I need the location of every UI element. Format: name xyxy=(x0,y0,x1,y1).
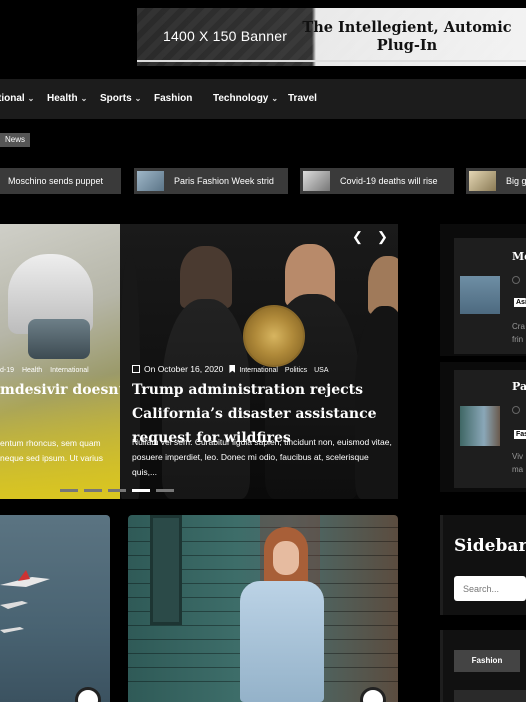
main-navigation: tional ⌄ Health ⌄ Sports ⌄ Fashion Technolo… xyxy=(0,79,526,119)
slide-categories: d-19 Health International xyxy=(0,367,95,374)
slider-dot[interactable] xyxy=(60,489,78,492)
calendar-icon xyxy=(132,365,140,373)
card-title[interactable]: Par xyxy=(512,380,526,393)
slider-dot[interactable] xyxy=(156,489,174,492)
nav-label: Travel xyxy=(288,93,317,104)
news-label-badge: News xyxy=(0,133,30,147)
ticker-item[interactable]: Covid-19 deaths will rise xyxy=(300,168,454,194)
ticker-thumbnail xyxy=(303,171,330,191)
chevron-left-icon[interactable]: ❮ xyxy=(352,229,363,245)
nav-label: Technology xyxy=(213,93,269,104)
post-image-jets[interactable] xyxy=(0,515,110,702)
category-link[interactable]: USA xyxy=(314,367,328,374)
category-link[interactable]: International xyxy=(239,367,278,374)
chevron-right-icon[interactable]: ❯ xyxy=(377,229,388,245)
chevron-down-icon: ⌄ xyxy=(271,94,279,103)
card-thumbnail-jets[interactable] xyxy=(460,276,500,314)
post-image-fashion[interactable] xyxy=(128,515,398,702)
search-input[interactable] xyxy=(454,576,526,601)
ticker-item[interactable]: Paris Fashion Week strid xyxy=(134,168,288,194)
ticker-text: Moschino sends puppet xyxy=(8,176,104,186)
camera-icon xyxy=(360,687,386,702)
nav-item-health[interactable]: Health ⌄ xyxy=(47,93,87,104)
card-tag[interactable]: Asi xyxy=(514,298,526,307)
tab-fashion[interactable]: Fashion xyxy=(454,650,520,672)
category-link[interactable]: Health xyxy=(22,367,42,374)
banner-underline xyxy=(137,60,526,62)
slider-dot[interactable] xyxy=(108,489,126,492)
nav-label: tional xyxy=(0,93,25,104)
card-excerpt-line: frin xyxy=(512,335,524,344)
sidebar-widget-title: Sidebar W xyxy=(454,536,526,556)
hazmat-visor-shape xyxy=(28,319,90,359)
nav-label: Fashion xyxy=(154,93,193,104)
slide-title[interactable]: mdesivir doesn’t xyxy=(0,382,130,398)
ticker-item[interactable]: Big g xyxy=(466,168,526,194)
header-banner-ad[interactable]: 1400 X 150 Banner The Intellegient, Auto… xyxy=(137,8,526,66)
sidebar-thumbnail[interactable] xyxy=(454,690,526,702)
chevron-down-icon: ⌄ xyxy=(27,94,35,103)
ticker-text: Paris Fashion Week strid xyxy=(174,176,274,186)
post-date: On October 16, 2020 xyxy=(144,364,224,374)
jets-illustration xyxy=(0,570,50,633)
nav-item-international[interactable]: tional ⌄ xyxy=(0,93,34,104)
clock-icon xyxy=(512,406,520,414)
sidebar-post-card[interactable]: Par Fas Viv ma xyxy=(454,370,526,488)
ticker-item[interactable]: Moschino sends puppet xyxy=(0,168,121,194)
nav-item-fashion[interactable]: Fashion xyxy=(154,93,192,104)
nav-item-travel[interactable]: Travel xyxy=(288,93,317,104)
sidebar-post-card[interactable]: Mo Asi Cra frin xyxy=(454,238,526,354)
slide-meta: On October 16, 2020 International Politics… xyxy=(132,364,336,374)
bookmark-icon xyxy=(229,365,236,373)
seal-shape xyxy=(243,305,305,367)
card-excerpt-line: Cra xyxy=(512,322,525,331)
slider-dot-active[interactable] xyxy=(132,489,150,492)
model-jacket-shape xyxy=(240,581,324,702)
ticker-text: Covid-19 deaths will rise xyxy=(340,176,438,186)
chevron-down-icon: ⌄ xyxy=(134,94,142,103)
nav-label: Health xyxy=(47,93,78,104)
banner-title: The Intellegient, Automic Plug-In xyxy=(302,19,512,54)
slide-excerpt: entum rhoncus, sem quam neque sed ipsum.… xyxy=(0,438,103,463)
ticker-text: Big g xyxy=(506,176,526,186)
card-excerpt-line: ma xyxy=(512,465,524,474)
card-thumbnail-fashion[interactable] xyxy=(460,406,500,446)
ticker-thumbnail xyxy=(137,171,164,191)
category-link[interactable]: Politics xyxy=(285,367,307,374)
nav-label: Sports xyxy=(100,93,132,104)
banner-size-text: 1400 X 150 Banner xyxy=(163,28,288,44)
chevron-down-icon: ⌄ xyxy=(80,94,88,103)
ticker-thumbnail xyxy=(469,171,496,191)
card-title[interactable]: Mo xyxy=(512,250,526,263)
card-tag[interactable]: Fas xyxy=(514,430,526,439)
category-link[interactable]: International xyxy=(50,367,89,374)
clock-icon xyxy=(512,276,520,284)
slider-dot[interactable] xyxy=(84,489,102,492)
nav-item-technology[interactable]: Technology ⌄ xyxy=(213,93,278,104)
category-link[interactable]: d-19 xyxy=(0,367,14,374)
model-face-shape xyxy=(273,541,299,575)
slide-excerpt: Nullam vel sem. Curabitur ligula sapien,… xyxy=(132,437,392,477)
card-excerpt-line: Viv xyxy=(512,452,523,461)
nav-item-sports[interactable]: Sports ⌄ xyxy=(100,93,141,104)
window-shape xyxy=(150,515,182,625)
